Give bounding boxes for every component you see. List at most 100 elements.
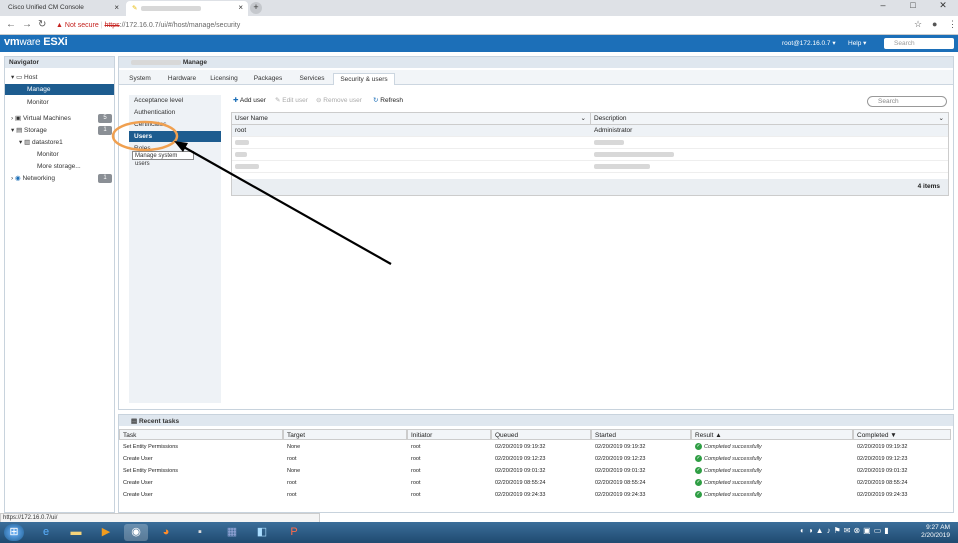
task-row[interactable]: Set Entity Permissions None root 02/20/2019… [119, 465, 953, 477]
tab-hardware[interactable]: Hardware [165, 73, 199, 85]
profile-icon[interactable]: ● [932, 19, 937, 29]
taskbar-clock[interactable]: 9:27 AM 2/20/2019 [921, 524, 950, 540]
reload-icon[interactable]: ↻ [38, 19, 46, 30]
warning-icon: ▲ [56, 22, 63, 29]
firefox-icon[interactable]: ◕ [154, 524, 178, 541]
network-app-icon[interactable]: ▦ [220, 524, 244, 541]
browser-tab-bar: Cisco Unified CM Console × ✎ × + – □ ✕ [0, 0, 958, 16]
col-user-name[interactable]: User Name ⌄ [232, 113, 590, 125]
grid-footer: 4 items [232, 179, 948, 195]
datastore-icon: ▥ [24, 139, 31, 146]
tray-icons[interactable]: ◐◑▲♪⚑✉⊗▣▭▮ [800, 526, 892, 535]
storage-count-badge: 1 [98, 126, 112, 135]
explorer-icon[interactable]: ▬ [64, 524, 88, 541]
task-row[interactable]: Create User root root 02/20/2019 09:24:33 02… [119, 489, 953, 501]
chrome-icon[interactable]: ◉ [124, 524, 148, 541]
browser-tab-cucm[interactable]: Cisco Unified CM Console × [2, 1, 124, 16]
browser-tab-esxi[interactable]: ✎ × [126, 1, 248, 16]
refresh-button[interactable]: ↻ Refresh [373, 96, 403, 104]
window-controls: – □ ✕ [868, 0, 958, 16]
remove-user-button[interactable]: ⊖ Remove user [316, 96, 362, 104]
vmware-esxi-logo: vmware ESXi [4, 36, 68, 48]
app-icon[interactable]: ◧ [250, 524, 274, 541]
security-submenu: Acceptance level Authentication Certific… [129, 95, 221, 403]
help-menu[interactable]: Help ▾ [848, 39, 866, 47]
col-completed[interactable]: Completed ▼ [853, 429, 951, 440]
nav-item-datastore-monitor[interactable]: Monitor [5, 149, 114, 160]
col-description[interactable]: Description ⌄ [590, 113, 948, 125]
table-row[interactable] [232, 161, 948, 173]
add-user-button[interactable]: ✚ Add user [233, 96, 266, 104]
table-row[interactable] [232, 149, 948, 161]
nav-item-storage[interactable]: ▾ ▤ Storage 1 [5, 125, 114, 136]
add-user-icon: ✚ [233, 97, 239, 104]
edit-icon: ✎ [275, 97, 281, 104]
network-icon: ◉ [14, 175, 21, 182]
edit-user-button[interactable]: ✎ Edit user [275, 96, 308, 104]
system-tray: ◐◑▲♪⚑✉⊗▣▭▮ [800, 526, 892, 535]
close-tab-icon[interactable]: × [114, 3, 119, 12]
manage-tabs: System Hardware Licensing Packages Servi… [119, 70, 953, 85]
success-icon: ✓ [695, 455, 702, 463]
nav-item-host-monitor[interactable]: Monitor [5, 97, 114, 108]
recent-tasks-panel: ▤ Recent tasks Task Target Initiator Que… [118, 414, 954, 513]
menu-icon[interactable]: ⋮ [948, 19, 957, 30]
nav-item-datastore1[interactable]: ▾ ▥ datastore1 [5, 137, 114, 148]
main-title: Manage [119, 57, 953, 68]
col-target[interactable]: Target [283, 429, 407, 440]
new-tab-button[interactable]: + [250, 2, 262, 14]
table-row[interactable] [232, 137, 948, 149]
tab-system[interactable]: System [125, 73, 155, 85]
nav-item-virtual-machines[interactable]: › ▣ Virtual Machines 5 [5, 113, 114, 124]
tab-licensing[interactable]: Licensing [207, 73, 241, 85]
maximize-icon[interactable]: □ [898, 0, 928, 10]
submenu-users[interactable]: Users [129, 131, 221, 142]
table-row[interactable]: root Administrator [232, 125, 948, 137]
col-started[interactable]: Started [591, 429, 691, 440]
forward-icon[interactable]: → [22, 19, 32, 30]
task-row[interactable]: Set Entity Permissions None root 02/20/2019… [119, 441, 953, 453]
nav-item-manage[interactable]: Manage [5, 84, 114, 95]
navigator-title: Navigator [5, 57, 114, 68]
navigator-panel: Navigator ▾ ▭ Host Manage Monitor › ▣ Vi… [4, 56, 115, 513]
task-row[interactable]: Create User root root 02/20/2019 09:12:23 02… [119, 453, 953, 465]
success-icon: ✓ [695, 443, 702, 451]
media-player-icon[interactable]: ▶ [94, 524, 118, 541]
url-field[interactable]: ▲ Not secure | https://172.16.0.7/ui/#/h… [56, 19, 240, 32]
address-bar: ← → ↻ ▲ Not secure | https://172.16.0.7/… [0, 16, 958, 35]
powerpoint-icon[interactable]: P [282, 524, 306, 541]
tab-services[interactable]: Services [295, 73, 329, 85]
manage-panel: Manage System Hardware Licensing Package… [118, 56, 954, 410]
submenu-certificates[interactable]: Certificates [129, 119, 221, 130]
vm-icon: ▣ [14, 115, 22, 122]
close-window-icon[interactable]: ✕ [928, 0, 958, 11]
ie-icon[interactable]: e [34, 524, 58, 541]
close-tab-icon[interactable]: × [238, 3, 243, 12]
nav-item-host[interactable]: ▾ ▭ Host [5, 72, 114, 83]
submenu-authentication[interactable]: Authentication [129, 107, 221, 118]
minimize-icon[interactable]: – [868, 0, 898, 10]
success-icon: ✓ [695, 479, 702, 487]
bookmark-star-icon[interactable]: ☆ [914, 19, 922, 30]
header-search-input[interactable]: Search [884, 38, 954, 49]
tab-packages[interactable]: Packages [251, 73, 285, 85]
users-search-input[interactable]: Search [867, 96, 947, 107]
submenu-acceptance-level[interactable]: Acceptance level [129, 95, 221, 106]
nav-item-more-storage[interactable]: More storage... [5, 161, 114, 172]
col-queued[interactable]: Queued [491, 429, 591, 440]
col-result[interactable]: Result ▲ [691, 429, 853, 440]
recent-tasks-title: ▤ Recent tasks [119, 415, 953, 426]
item-count: 4 items [917, 183, 940, 190]
start-button[interactable]: ⊞ [4, 524, 24, 541]
cmd-icon[interactable]: ▪ [188, 524, 212, 541]
success-icon: ✓ [695, 491, 702, 499]
user-menu[interactable]: root@172.16.0.7 ▾ [782, 39, 836, 47]
back-icon[interactable]: ← [6, 19, 16, 30]
col-initiator[interactable]: Initiator [407, 429, 491, 440]
esxi-header: vmware ESXi root@172.16.0.7 ▾ Help ▾ Sea… [0, 35, 958, 52]
tab-security-users[interactable]: Security & users [333, 73, 395, 85]
nav-item-networking[interactable]: › ◉ Networking 1 [5, 173, 114, 184]
vm-count-badge: 5 [98, 114, 112, 123]
task-row[interactable]: Create User root root 02/20/2019 08:55:24 02… [119, 477, 953, 489]
col-task[interactable]: Task [119, 429, 283, 440]
